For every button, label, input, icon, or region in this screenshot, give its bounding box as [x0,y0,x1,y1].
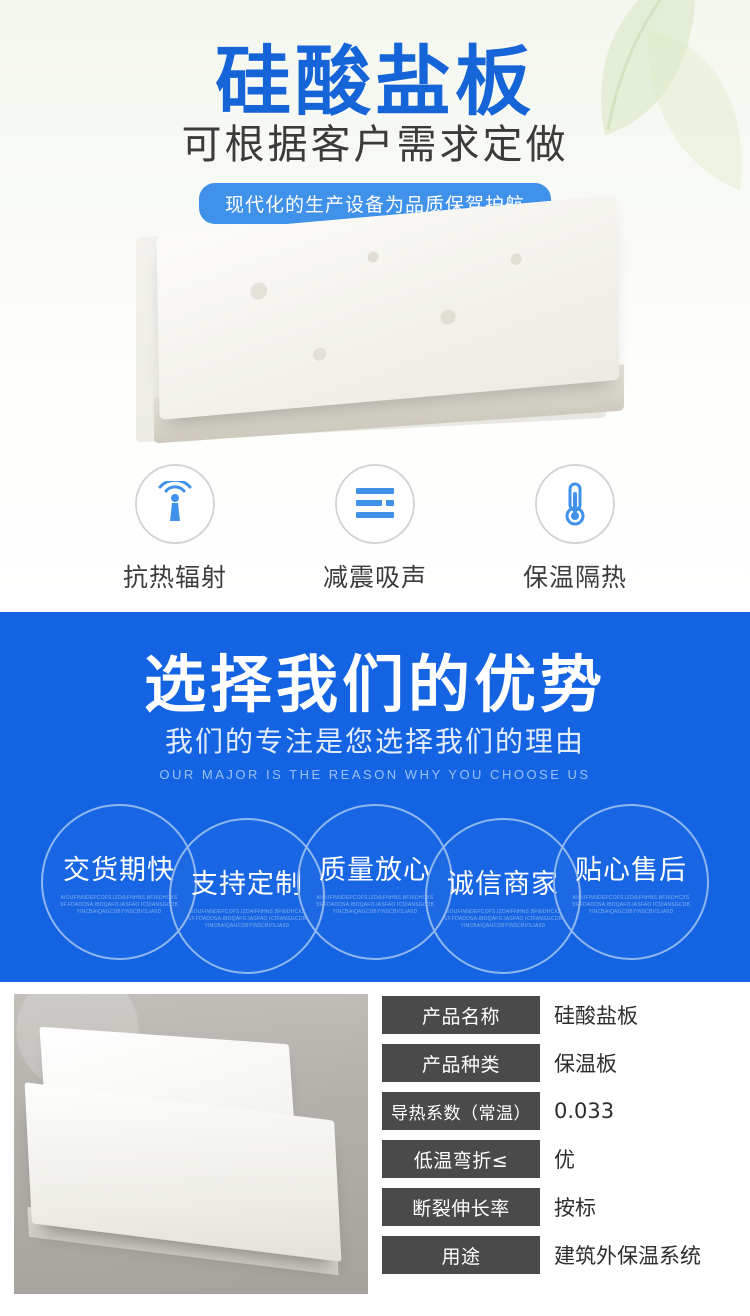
advantage-micro-text: AIOUFINNDEPCOFS.IZDAIFNHNS BFNIDHCXS SF.… [60,895,178,915]
specs-section: 产品名称 硅酸盐板 产品种类 保温板 导热系数（常温） 0.033 低温弯折≤ … [0,982,750,1316]
spec-key: 低温弯折≤ [382,1140,540,1178]
hero-subtitle: 可根据客户需求定做 [181,122,569,168]
radiation-waves-icon [158,481,192,521]
advantage-label: 支持定制 [191,869,303,900]
spec-value: 按标 [554,1196,596,1220]
advantage-label: 质量放心 [319,855,431,886]
feature-label: 抗热辐射 [122,563,227,592]
feature-icon-wrapper [335,464,415,544]
advantages-subtitle: 我们的专注是您选择我们的理由 [164,725,585,758]
spec-value: 硅酸盐板 [554,1004,638,1028]
product-detail-image [14,994,368,1294]
advantages-section: 选择我们的优势 我们的专注是您选择我们的理由 OUR MAJOR IS THE … [0,612,750,982]
table-row: 低温弯折≤ 优 [382,1140,736,1178]
table-row: 用途 建筑外保温系统 [382,1236,736,1274]
feature-item: 抗热辐射 [110,464,240,594]
feature-icon-wrapper [535,464,615,544]
thermometer-icon [565,482,585,526]
spec-key: 断裂伸长率 [382,1188,540,1226]
table-row: 产品种类 保温板 [382,1044,736,1082]
feature-item: 减震吸声 [310,464,440,594]
advantage-micro-text: AIOUFINNDEPCOFS.IZDAIFNHNS BFNIDHCXS SF.… [188,909,306,929]
advantage-label: 交货期快 [63,855,175,886]
advantages-circle-list: 交货期快 AIOUFINNDEPCOFS.IZDAIFNHNS BFNIDHCX… [0,804,750,974]
advantage-label: 贴心售后 [575,855,687,886]
advantage-micro-text: AIOUFINNDEPCOFS.IZDAIFNHNS BFNIDHCXS SF.… [572,895,690,915]
advantage-item: 贴心售后 AIOUFINNDEPCOFS.IZDAIFNHNS BFNIDHCX… [553,804,709,960]
feature-icon-wrapper [135,464,215,544]
feature-label: 保温隔热 [522,563,627,592]
spec-key: 用途 [382,1236,540,1274]
spec-table: 产品名称 硅酸盐板 产品种类 保温板 导热系数（常温） 0.033 低温弯折≤ … [382,994,736,1316]
advantage-label: 诚信商家 [447,869,559,900]
table-row: 导热系数（常温） 0.033 [382,1092,736,1130]
sound-bars-icon [356,488,394,518]
feature-item: 保温隔热 [510,464,640,594]
product-hero-image [130,195,624,460]
spec-value: 建筑外保温系统 [554,1244,701,1268]
advantages-english-tagline: OUR MAJOR IS THE REASON WHY YOU CHOOSE U… [159,767,591,782]
advantage-micro-text: AIOUFINNDEPCOFS.IZDAIFNHNS BFNIDHCXS SF.… [444,909,562,929]
advantage-micro-text: AIOUFINNDEPCOFS.IZDAIFNHNS BFNIDHCXS SF.… [316,895,434,915]
hero-section: 硅酸盐板 可根据客户需求定做 现代化的生产设备为品质保驾护航 抗热辐射 减震吸声… [0,0,750,612]
spec-key: 产品名称 [382,996,540,1034]
feature-label: 减震吸声 [322,563,427,592]
spec-key: 导热系数（常温） [382,1092,540,1130]
feature-list: 抗热辐射 减震吸声 保温隔热 [0,464,750,594]
spec-value: 优 [554,1148,575,1172]
table-row: 断裂伸长率 按标 [382,1188,736,1226]
spec-value: 保温板 [554,1052,617,1076]
spec-key: 产品种类 [382,1044,540,1082]
advantages-title: 选择我们的优势 [143,648,606,721]
table-row: 产品名称 硅酸盐板 [382,996,736,1034]
spec-value: 0.033 [554,1099,615,1123]
